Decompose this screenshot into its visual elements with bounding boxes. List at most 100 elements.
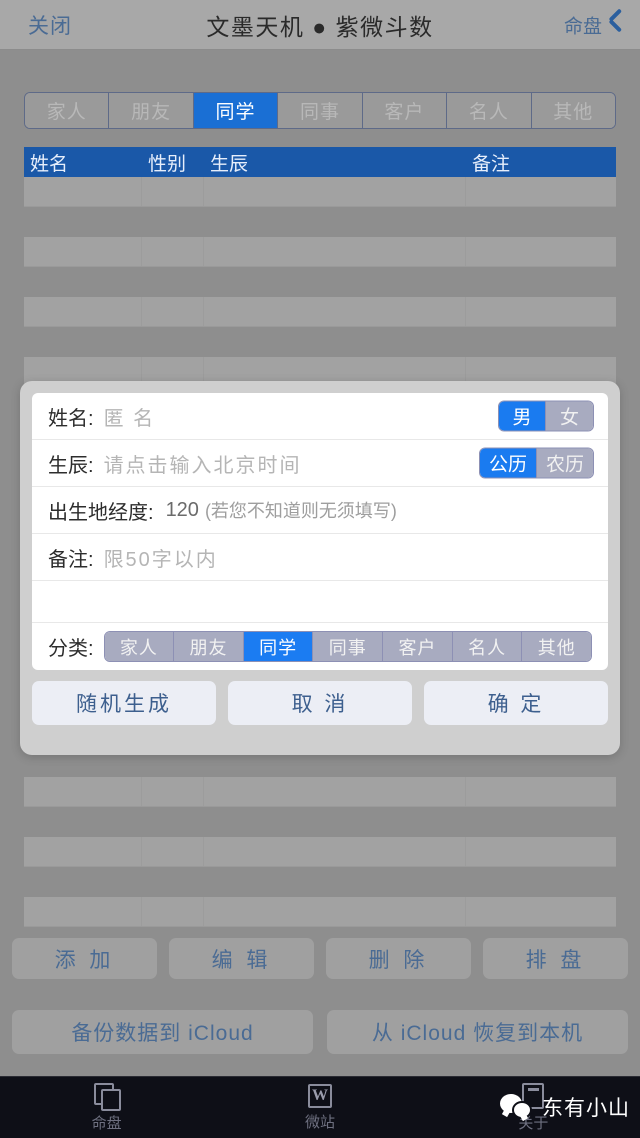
dialog-category-pengyou[interactable]: 朋友: [174, 632, 244, 661]
arrange-chart-button[interactable]: 排 盘: [483, 938, 628, 979]
cell-gender: [142, 237, 204, 266]
record-form: 姓名: 匿 名 男 女 生辰: 请点击输入北京时间 公历 农历 出生地经度: 1…: [32, 393, 608, 670]
page-title: 文墨天机 ● 紫微斗数: [206, 13, 434, 40]
chevron-right-icon: [608, 12, 624, 38]
chart-nav-label: 命盘: [563, 16, 602, 37]
table-row[interactable]: [24, 177, 616, 207]
cell-gender: [142, 177, 204, 206]
tab-label-weizhan: 微站: [304, 1113, 335, 1131]
wechat-icon: [500, 1094, 534, 1120]
form-row-category: 分类: 家人 朋友 同学 同事 客户 名人 其他: [32, 623, 608, 670]
dialog-category-tongshi[interactable]: 同事: [313, 632, 384, 661]
gender-option-male[interactable]: 男: [499, 401, 546, 431]
gender-toggle[interactable]: 男 女: [498, 400, 594, 432]
birth-label: 生辰:: [48, 454, 94, 477]
icloud-actions: 备份数据到 iCloud 从 iCloud 恢复到本机: [0, 1010, 640, 1054]
table-row[interactable]: [24, 237, 616, 267]
calendar-option-lunar[interactable]: 农历: [536, 448, 593, 478]
table-header-row: 姓名 性别 生辰 备注: [24, 147, 616, 177]
birth-input[interactable]: 请点击输入北京时间: [104, 449, 302, 478]
watermark-text: 东有小山: [542, 1097, 630, 1120]
dialog-category-mingren[interactable]: 名人: [452, 632, 523, 661]
calendar-option-solar[interactable]: 公历: [479, 448, 537, 478]
table-row-gap: [24, 267, 616, 297]
random-generate-button[interactable]: 随机生成: [32, 681, 216, 725]
navbar: 关闭 文墨天机 ● 紫微斗数 命盘: [0, 0, 640, 50]
dialog-buttons: 随机生成 取 消 确 定: [32, 681, 608, 725]
filter-tab-qita[interactable]: 其他: [531, 93, 615, 128]
cell-note: [466, 837, 616, 866]
cell-name: [24, 897, 142, 926]
form-row-birth[interactable]: 生辰: 请点击输入北京时间 公历 农历: [32, 440, 608, 487]
dialog-category-kehu[interactable]: 客户: [383, 632, 453, 661]
form-row-note[interactable]: 备注: 限50字以内: [32, 534, 608, 581]
confirm-button[interactable]: 确 定: [424, 681, 608, 725]
filter-tab-kehu[interactable]: 客户: [362, 93, 448, 128]
chart-nav-button[interactable]: 命盘: [564, 11, 624, 38]
cell-name: [24, 177, 142, 206]
add-record-dialog: 姓名: 匿 名 男 女 生辰: 请点击输入北京时间 公历 农历 出生地经度: 1…: [20, 381, 620, 755]
delete-button[interactable]: 删 除: [326, 938, 471, 979]
calendar-toggle[interactable]: 公历 农历: [478, 447, 594, 479]
dialog-category-selector[interactable]: 家人 朋友 同学 同事 客户 名人 其他: [103, 631, 592, 662]
filter-tab-tongshi[interactable]: 同事: [278, 93, 363, 128]
column-header-note: 备注: [472, 153, 511, 175]
cell-note: [466, 237, 616, 266]
main-actions: 添 加 编 辑 删 除 排 盘: [0, 938, 640, 979]
tab-mingpan[interactable]: 命盘: [0, 1077, 213, 1138]
icloud-restore-button[interactable]: 从 iCloud 恢复到本机: [327, 1010, 628, 1054]
close-button[interactable]: 关闭: [28, 10, 72, 40]
gender-option-female[interactable]: 女: [546, 401, 593, 431]
cell-name: [24, 297, 142, 326]
cell-gender: [142, 297, 204, 326]
cell-gender: [142, 897, 204, 926]
form-row-longitude[interactable]: 出生地经度: 120 (若您不知道则无须填写): [32, 487, 608, 534]
category-label: 分类:: [48, 638, 94, 660]
table-row[interactable]: [24, 777, 616, 807]
table-row[interactable]: [24, 297, 616, 327]
filter-tab-pengyou[interactable]: 朋友: [109, 93, 194, 128]
pages-icon: [93, 1082, 121, 1111]
cell-name: [24, 837, 142, 866]
cell-name: [24, 237, 142, 266]
name-label: 姓名:: [48, 407, 94, 430]
tab-weizhan[interactable]: W 微站: [213, 1077, 426, 1138]
cancel-button[interactable]: 取 消: [228, 681, 412, 725]
table-row[interactable]: [24, 837, 616, 867]
add-button[interactable]: 添 加: [12, 938, 157, 979]
table-row-gap: [24, 327, 616, 357]
category-filter[interactable]: 家人 朋友 同学 同事 客户 名人 其他: [24, 92, 616, 129]
filter-tab-tongxue[interactable]: 同学: [193, 93, 279, 128]
table-row[interactable]: [24, 897, 616, 927]
cell-note: [466, 177, 616, 206]
w-box-icon: W: [307, 1083, 332, 1108]
longitude-label: 出生地经度:: [48, 501, 154, 524]
cell-birth: [204, 177, 466, 206]
cell-gender: [142, 777, 204, 806]
dialog-category-qita[interactable]: 其他: [522, 632, 591, 661]
cell-note: [466, 897, 616, 926]
dialog-category-tongxue[interactable]: 同学: [243, 632, 314, 661]
filter-tab-mingren[interactable]: 名人: [447, 93, 532, 128]
form-row-spacer: [32, 581, 608, 623]
icloud-backup-button[interactable]: 备份数据到 iCloud: [12, 1010, 313, 1054]
name-input[interactable]: 匿 名: [104, 402, 156, 431]
longitude-input[interactable]: 120: [166, 499, 199, 522]
table-row-gap: [24, 807, 616, 837]
filter-tab-jiaren[interactable]: 家人: [25, 93, 110, 128]
note-label: 备注:: [48, 548, 94, 571]
edit-button[interactable]: 编 辑: [169, 938, 314, 979]
cell-birth: [204, 777, 466, 806]
cell-birth: [204, 237, 466, 266]
note-input[interactable]: 限50字以内: [104, 543, 218, 572]
cell-name: [24, 777, 142, 806]
cell-note: [466, 297, 616, 326]
dialog-category-jiaren[interactable]: 家人: [104, 632, 175, 661]
cell-birth: [204, 897, 466, 926]
cell-gender: [142, 837, 204, 866]
cell-note: [466, 777, 616, 806]
form-row-name[interactable]: 姓名: 匿 名 男 女: [32, 393, 608, 440]
table-row-gap: [24, 867, 616, 897]
column-header-gender: 性别: [148, 153, 187, 175]
column-header-name: 姓名: [30, 153, 69, 175]
